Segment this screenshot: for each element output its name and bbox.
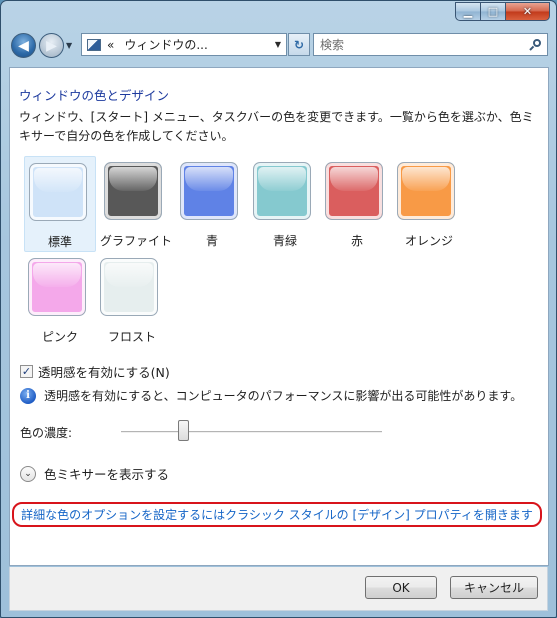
color-mixer-toggle[interactable]: ⌄ 色ミキサーを表示する bbox=[20, 464, 169, 483]
ok-button[interactable]: OK bbox=[365, 576, 437, 599]
recent-pages-button[interactable]: ▼ bbox=[66, 41, 72, 50]
address-dropdown-icon[interactable]: ▼ bbox=[275, 40, 281, 49]
color-swatch-standard[interactable]: 標準 bbox=[24, 156, 96, 252]
color-swatch-orange[interactable]: オレンジ bbox=[393, 156, 465, 252]
page-description: ウィンドウ、[スタート] メニュー、タスクバーの色を変更できます。一覧から色を選… bbox=[19, 110, 534, 143]
transparency-label[interactable]: 透明感を有効にする(N) bbox=[38, 362, 170, 381]
color-tile bbox=[104, 162, 162, 220]
search-input[interactable] bbox=[314, 34, 529, 55]
classic-appearance-link[interactable]: 詳細な色のオプションを設定するにはクラシック スタイルの [デザイン] プロパテ… bbox=[12, 502, 542, 527]
refresh-button[interactable]: ↻ bbox=[288, 33, 310, 56]
color-swatch-blue[interactable]: 青 bbox=[176, 156, 248, 252]
swatch-label: グラファイト bbox=[100, 234, 173, 248]
transparency-option[interactable]: ✓ 透明感を有効にする(N) bbox=[20, 362, 170, 381]
info-icon: i bbox=[20, 387, 36, 404]
page-title: ウィンドウの色とデザイン bbox=[19, 88, 170, 103]
color-mixer-label[interactable]: 色ミキサーを表示する bbox=[44, 464, 169, 483]
performance-notice: i 透明感を有効にすると、コンピュータのパフォーマンスに影響が出る可能性がありま… bbox=[20, 387, 522, 404]
swatch-label: フロスト bbox=[107, 330, 156, 344]
swatch-label: 赤 bbox=[350, 234, 363, 248]
check-icon: ✓ bbox=[21, 365, 32, 378]
color-swatch-teal[interactable]: 青緑 bbox=[249, 156, 321, 252]
color-swatch-frost[interactable]: フロスト bbox=[96, 252, 168, 348]
forward-button[interactable]: ▶ bbox=[39, 33, 64, 58]
color-tile bbox=[180, 162, 238, 220]
maximize-button[interactable]: □ bbox=[481, 2, 506, 21]
swatch-label: 青 bbox=[205, 234, 218, 248]
color-tile bbox=[29, 163, 87, 221]
color-swatch-red[interactable]: 赤 bbox=[321, 156, 393, 252]
forward-arrow-icon: ▶ bbox=[46, 37, 57, 54]
swatch-label: オレンジ bbox=[404, 234, 453, 248]
title-bar-controls: ▁ □ ✕ bbox=[455, 2, 550, 21]
search-box[interactable] bbox=[313, 33, 548, 56]
control-panel-icon bbox=[87, 38, 101, 51]
search-icon[interactable] bbox=[529, 38, 541, 51]
transparency-checkbox[interactable]: ✓ bbox=[20, 365, 33, 378]
minimize-button[interactable]: ▁ bbox=[455, 2, 481, 21]
intensity-slider-track[interactable] bbox=[121, 431, 382, 433]
performance-notice-text: 透明感を有効にすると、コンピュータのパフォーマンスに影響が出る可能性があります。 bbox=[44, 389, 523, 403]
color-tile bbox=[253, 162, 311, 220]
back-arrow-icon: ◀ bbox=[18, 37, 29, 54]
cancel-button[interactable]: キャンセル bbox=[450, 576, 538, 599]
chevron-down-icon[interactable]: ⌄ bbox=[20, 465, 36, 482]
navigation-bar: ◀ ▶ ▼ « ウィンドウの... ▼ ↻ bbox=[9, 32, 548, 59]
color-tile bbox=[28, 258, 86, 316]
close-icon: ✕ bbox=[522, 5, 533, 18]
back-button[interactable]: ◀ bbox=[11, 33, 36, 58]
swatch-label: 標準 bbox=[47, 235, 72, 249]
window-frame: ▁ □ ✕ ◀ ▶ ▼ « ウィンドウの... ▼ ↻ ウィンドウの色とデザイン… bbox=[0, 0, 557, 618]
maximize-icon: □ bbox=[487, 5, 499, 18]
refresh-icon: ↻ bbox=[293, 37, 305, 52]
minimize-icon: ▁ bbox=[463, 5, 473, 18]
breadcrumb-overflow-button[interactable]: « bbox=[107, 38, 114, 52]
color-tile bbox=[397, 162, 455, 220]
intensity-label: 色の濃度: bbox=[20, 426, 73, 440]
close-button[interactable]: ✕ bbox=[506, 2, 550, 21]
swatch-label: ピンク bbox=[41, 330, 78, 344]
main-content: ウィンドウの色とデザイン ウィンドウ、[スタート] メニュー、タスクバーの色を変… bbox=[9, 67, 549, 566]
intensity-slider-thumb[interactable] bbox=[178, 420, 190, 441]
color-tile bbox=[100, 258, 158, 316]
dialog-button-bar: OK キャンセル bbox=[9, 567, 548, 611]
color-swatch-graphite[interactable]: グラファイト bbox=[100, 156, 172, 252]
color-tile bbox=[325, 162, 383, 220]
swatch-label: 青緑 bbox=[272, 234, 297, 248]
color-swatch-pink[interactable]: ピンク bbox=[24, 252, 96, 348]
breadcrumb[interactable]: ウィンドウの... bbox=[124, 36, 275, 53]
address-bar[interactable]: « ウィンドウの... ▼ bbox=[81, 33, 287, 56]
